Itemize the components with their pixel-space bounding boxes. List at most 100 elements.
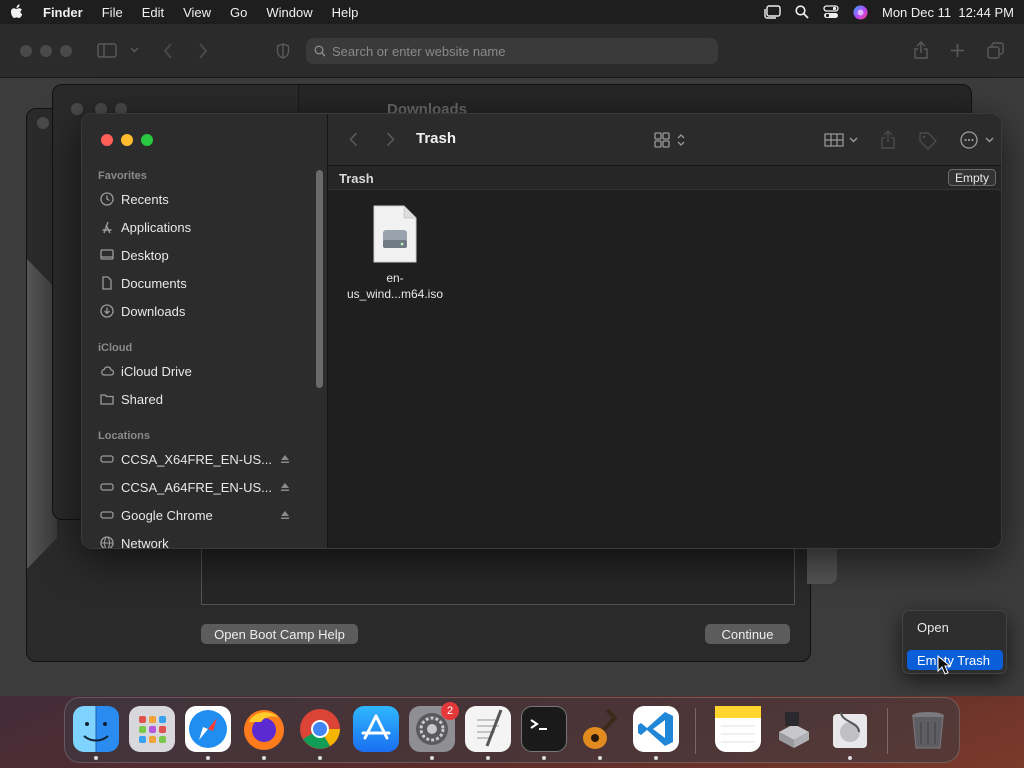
dock-finder-icon[interactable] <box>73 706 119 752</box>
forward-icon[interactable] <box>386 132 395 147</box>
menubar-clock[interactable]: Mon Dec 11 12:44 PM <box>882 5 1014 20</box>
file-name-line-1: en- <box>386 271 404 285</box>
trash-finder-window: Favorites Recents Applications Desktop D… <box>81 113 1002 549</box>
sidebar-item-label: CCSA_X64FRE_EN-US... <box>121 451 272 467</box>
trash-context-menu: Open Empty Trash <box>902 610 1007 674</box>
dock-app-store-icon[interactable] <box>353 706 399 752</box>
sidebar-toggle-icon[interactable] <box>97 43 117 58</box>
dock-launchpad-icon[interactable] <box>129 706 175 752</box>
path-label: Trash <box>339 171 374 186</box>
bootcamp-close-button[interactable] <box>37 117 49 129</box>
dock: 2 <box>64 697 960 763</box>
browser-zoom-button[interactable] <box>60 45 72 57</box>
sidebar-item-label: Google Chrome <box>121 507 213 523</box>
menu-go[interactable]: Go <box>230 5 247 20</box>
siri-icon[interactable] <box>853 5 868 20</box>
dock-disk-utility-icon[interactable] <box>827 706 873 752</box>
menu-help[interactable]: Help <box>332 5 359 20</box>
globe-icon <box>100 536 114 548</box>
tag-icon[interactable] <box>918 131 937 150</box>
eject-icon[interactable] <box>280 510 290 520</box>
dock-firefox-icon[interactable] <box>241 706 287 752</box>
menu-view[interactable]: View <box>183 5 211 20</box>
mouse-cursor-icon <box>937 655 951 675</box>
forward-icon[interactable] <box>198 43 208 59</box>
dock-chrome-icon[interactable] <box>297 706 343 752</box>
spotlight-search-icon[interactable] <box>795 5 809 19</box>
menu-window[interactable]: Window <box>266 5 312 20</box>
sidebar-item-recents[interactable]: Recents <box>100 189 300 209</box>
browser-close-button[interactable] <box>20 45 32 57</box>
desktop-icon <box>100 248 114 262</box>
sidebar-item-shared[interactable]: Shared <box>100 389 300 409</box>
sidebar-item-label: Network <box>121 535 169 549</box>
sidebar-item-documents[interactable]: Documents <box>100 273 300 293</box>
eject-icon[interactable] <box>280 482 290 492</box>
menu-item-open[interactable]: Open <box>907 617 1003 637</box>
dock-garageband-icon[interactable] <box>577 706 623 752</box>
new-tab-icon[interactable] <box>950 43 965 58</box>
browser-minimize-button[interactable] <box>40 45 52 57</box>
finder-sidebar: Favorites Recents Applications Desktop D… <box>82 114 328 548</box>
sidebar-item-label: iCloud Drive <box>121 363 192 379</box>
group-by-icon[interactable] <box>824 132 860 148</box>
sidebar-item-ccsa-a64[interactable]: CCSA_A64FRE_EN-US... <box>100 477 300 497</box>
dock-notes-icon[interactable] <box>715 706 761 752</box>
window-zoom-button[interactable] <box>141 134 153 146</box>
sidebar-section-locations: Locations <box>98 430 150 442</box>
icon-view-icon[interactable] <box>654 132 688 148</box>
chevron-down-icon[interactable] <box>130 47 139 53</box>
menu-app-finder[interactable]: Finder <box>43 5 83 20</box>
eject-icon[interactable] <box>280 454 290 464</box>
menu-file[interactable]: File <box>102 5 123 20</box>
file-item-iso[interactable]: en- us_wind...m64.iso <box>340 204 450 302</box>
address-bar[interactable]: Search or enter website name <box>306 38 718 64</box>
empty-trash-button[interactable]: Empty <box>948 169 996 186</box>
open-boot-camp-help-button[interactable]: Open Boot Camp Help <box>201 624 358 644</box>
share-icon[interactable] <box>913 41 929 59</box>
sidebar-item-icloud-drive[interactable]: iCloud Drive <box>100 361 300 381</box>
sidebar-item-label: Applications <box>121 219 192 235</box>
window-minimize-button[interactable] <box>121 134 133 146</box>
sidebar-item-label: Shared <box>121 391 163 407</box>
applications-icon <box>100 220 114 234</box>
sidebar-section-icloud: iCloud <box>98 342 133 354</box>
menu-item-empty-trash[interactable]: Empty Trash <box>907 650 1003 670</box>
sidebar-item-desktop[interactable]: Desktop <box>100 245 300 265</box>
sidebar-scrollbar[interactable] <box>316 170 323 388</box>
sidebar-item-google-chrome[interactable]: Google Chrome <box>100 505 300 525</box>
sidebar-item-network[interactable]: Network <box>100 533 300 549</box>
sidebar-item-ccsa-x64[interactable]: CCSA_X64FRE_EN-US... <box>100 449 300 469</box>
file-name-line-2: us_wind...m64.iso <box>346 287 444 301</box>
sidebar-item-downloads[interactable]: Downloads <box>100 301 300 321</box>
window-close-button[interactable] <box>101 134 113 146</box>
settings-notification-badge: 2 <box>441 702 459 720</box>
continue-button[interactable]: Continue <box>705 624 790 644</box>
trash-path-bar: Trash Empty <box>328 166 1001 190</box>
disk-icon <box>100 452 114 466</box>
document-icon <box>100 276 114 290</box>
share-icon[interactable] <box>880 130 896 149</box>
disk-icon <box>100 508 114 522</box>
back-icon[interactable] <box>163 43 173 59</box>
apple-menu-icon[interactable] <box>10 4 24 20</box>
shared-folder-icon <box>100 392 114 406</box>
sidebar-item-applications[interactable]: Applications <box>100 217 300 237</box>
dock-safari-icon[interactable] <box>185 706 231 752</box>
dock-trash-icon[interactable] <box>905 706 951 752</box>
privacy-shield-icon[interactable] <box>276 43 290 59</box>
browser-toolbar: Search or enter website name <box>0 24 1024 78</box>
dock-vscode-icon[interactable] <box>633 706 679 752</box>
stage-manager-icon[interactable] <box>763 5 781 19</box>
file-name-label: en- us_wind...m64.iso <box>340 270 450 302</box>
disk-image-file-icon <box>372 204 418 264</box>
more-actions-icon[interactable] <box>960 131 996 149</box>
clock-icon <box>100 192 114 206</box>
control-center-icon[interactable] <box>823 5 839 19</box>
dock-boot-camp-icon[interactable] <box>771 706 817 752</box>
back-icon[interactable] <box>349 132 358 147</box>
dock-textedit-icon[interactable] <box>465 706 511 752</box>
dock-terminal-icon[interactable] <box>521 706 567 752</box>
menu-edit[interactable]: Edit <box>142 5 164 20</box>
tab-overview-icon[interactable] <box>987 42 1004 59</box>
